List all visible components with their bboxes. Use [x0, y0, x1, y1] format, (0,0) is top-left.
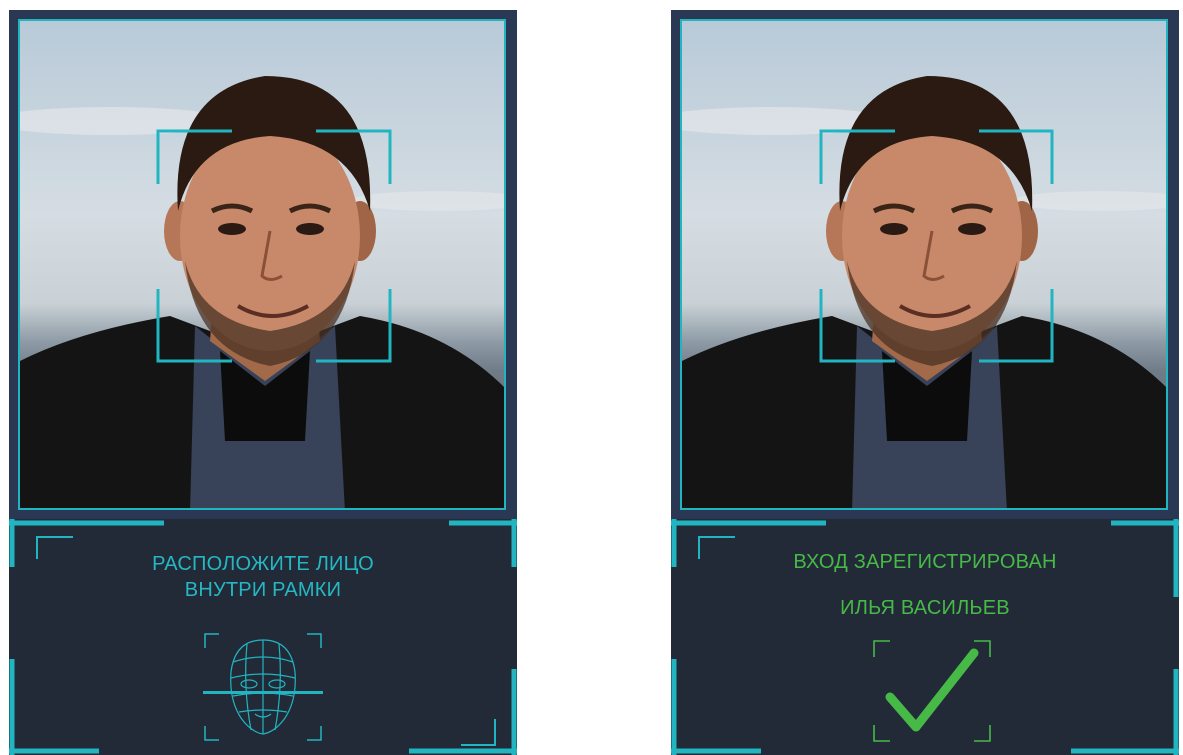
camera-feed — [18, 19, 506, 510]
instruction-line-2: ВНУТРИ РАМКИ — [184, 579, 342, 601]
instruction-line-1: РАСПОЛОЖИТЕ ЛИЦО — [152, 553, 374, 575]
recognized-person-name: ИЛЬЯ ВАСИЛЬЕВ — [840, 597, 1010, 619]
checkmark-icon — [873, 640, 991, 742]
registration-status: ВХОД ЗАРЕГИСТРИРОВАН — [793, 551, 1057, 573]
status-panel: ВХОД ЗАРЕГИСТРИРОВАН ИЛЬЯ ВАСИЛЬЕВ — [671, 519, 1179, 755]
status-panel: РАСПОЛОЖИТЕ ЛИЦО ВНУТРИ РАМКИ — [9, 519, 517, 755]
right-terminal-screen: ВХОД ЗАРЕГИСТРИРОВАН ИЛЬЯ ВАСИЛЬЕВ — [671, 10, 1179, 755]
face-scan-icon — [203, 633, 323, 741]
camera-feed — [680, 19, 1168, 510]
left-terminal-screen: РАСПОЛОЖИТЕ ЛИЦО ВНУТРИ РАМКИ — [9, 10, 517, 755]
